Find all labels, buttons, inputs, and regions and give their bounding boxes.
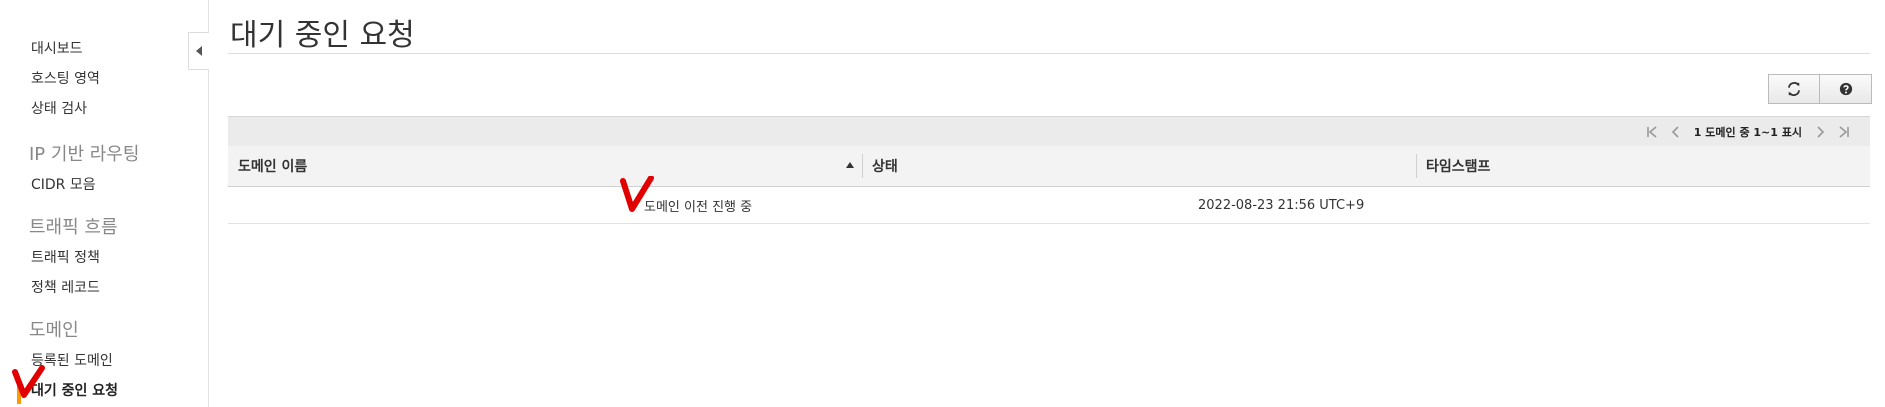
pagination: 1 도메인 중 1~1 표시 bbox=[1640, 117, 1856, 146]
cell-status: 도메인 이전 진행 중 bbox=[644, 199, 753, 215]
sort-asc-icon[interactable] bbox=[846, 162, 854, 168]
column-header-domain-name[interactable]: 도메인 이름 bbox=[238, 146, 307, 186]
next-page-icon[interactable] bbox=[1812, 124, 1828, 140]
sidebar-item-policy-records[interactable]: 정책 레코드 bbox=[31, 277, 100, 297]
pagination-text: 1 도메인 중 1~1 표시 bbox=[1693, 125, 1802, 139]
sidebar-item-cidr[interactable]: CIDR 모음 bbox=[31, 174, 96, 194]
sidebar-item-hosted-zones[interactable]: 호스팅 영역 bbox=[31, 68, 100, 88]
help-icon bbox=[1839, 82, 1852, 96]
prev-page-icon[interactable] bbox=[1668, 124, 1684, 140]
title-divider bbox=[228, 53, 1870, 54]
column-divider bbox=[862, 154, 863, 178]
first-page-icon[interactable] bbox=[1644, 124, 1660, 140]
refresh-button[interactable] bbox=[1768, 74, 1820, 104]
pagination-bar: 1 도메인 중 1~1 표시 bbox=[228, 116, 1870, 146]
toolbar bbox=[1768, 74, 1872, 104]
last-page-icon[interactable] bbox=[1836, 124, 1852, 140]
page-title: 대기 중인 요청 bbox=[230, 18, 415, 53]
sidebar-collapse-button[interactable] bbox=[188, 32, 209, 70]
column-header-timestamp[interactable]: 타임스탬프 bbox=[1426, 146, 1490, 186]
table-row[interactable]: 도메인 이전 진행 중 2022-08-23 21:56 UTC+9 bbox=[228, 187, 1870, 224]
refresh-icon bbox=[1788, 82, 1800, 96]
red-checkmark-annotation bbox=[620, 176, 654, 212]
help-button[interactable] bbox=[1820, 74, 1872, 104]
sidebar-item-traffic-policies[interactable]: 트래픽 정책 bbox=[31, 247, 100, 267]
sidebar-section-ip-routing: IP 기반 라우팅 bbox=[29, 144, 140, 165]
sidebar-item-dashboard[interactable]: 대시보드 bbox=[31, 38, 83, 58]
sidebar-section-traffic-flow: 트래픽 흐름 bbox=[29, 217, 118, 238]
cell-timestamp: 2022-08-23 21:56 UTC+9 bbox=[1198, 197, 1365, 213]
red-checkmark-annotation bbox=[12, 365, 45, 398]
caret-left-icon bbox=[196, 46, 202, 56]
sidebar-item-health-checks[interactable]: 상태 검사 bbox=[31, 98, 87, 118]
sidebar: 대시보드 호스팅 영역 상태 검사 IP 기반 라우팅 CIDR 모음 트래픽 … bbox=[0, 0, 209, 407]
sidebar-section-domains: 도메인 bbox=[29, 320, 79, 341]
column-header-status[interactable]: 상태 bbox=[872, 146, 898, 186]
column-divider bbox=[1416, 154, 1417, 178]
table-header: 도메인 이름 상태 타임스탬프 bbox=[228, 146, 1870, 187]
